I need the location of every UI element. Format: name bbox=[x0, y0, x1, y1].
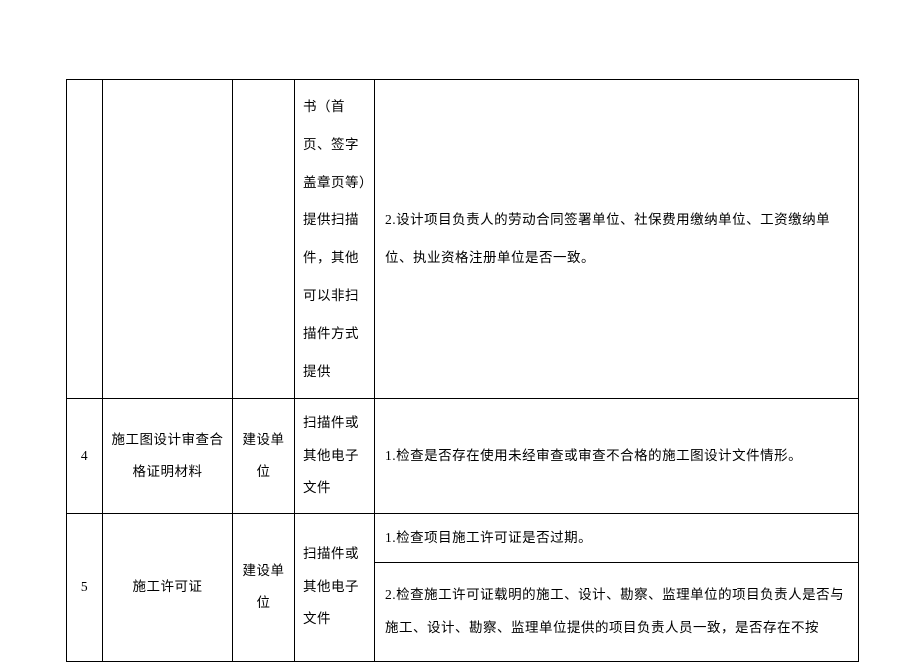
cell-material bbox=[103, 80, 233, 399]
cell-check: 2.设计项目负责人的劳动合同签署单位、社保费用缴纳单位、工资缴纳单位、执业资格注… bbox=[375, 80, 859, 399]
cell-check: 1.检查是否存在使用未经审查或审查不合格的施工图设计文件情形。 bbox=[375, 399, 859, 513]
cell-unit bbox=[233, 80, 295, 399]
cell-material: 施工许可证 bbox=[103, 513, 233, 661]
table-row: 4 施工图设计审查合格证明材料 建设单位 扫描件或其他电子文件 1.检查是否存在… bbox=[67, 399, 859, 513]
table-row: 5 施工许可证 建设单位 扫描件或其他电子文件 1.检查项目施工许可证是否过期。 bbox=[67, 513, 859, 562]
cell-unit: 建设单位 bbox=[233, 513, 295, 661]
cell-num bbox=[67, 80, 103, 399]
cell-format: 扫描件或其他电子文件 bbox=[295, 513, 375, 661]
cell-material: 施工图设计审查合格证明材料 bbox=[103, 399, 233, 513]
cell-check: 2.检查施工许可证载明的施工、设计、勘察、监理单位的项目负责人是否与施工、设计、… bbox=[375, 562, 859, 661]
table-row: 书（首页、签字盖章页等）提供扫描件，其他可以非扫描件方式提供 2.设计项目负责人… bbox=[67, 80, 859, 399]
cell-check: 1.检查项目施工许可证是否过期。 bbox=[375, 513, 859, 562]
cell-format: 书（首页、签字盖章页等）提供扫描件，其他可以非扫描件方式提供 bbox=[295, 80, 375, 399]
requirements-table: 书（首页、签字盖章页等）提供扫描件，其他可以非扫描件方式提供 2.设计项目负责人… bbox=[66, 79, 859, 662]
cell-num: 5 bbox=[67, 513, 103, 661]
cell-num: 4 bbox=[67, 399, 103, 513]
cell-format: 扫描件或其他电子文件 bbox=[295, 399, 375, 513]
cell-unit: 建设单位 bbox=[233, 399, 295, 513]
document-page: 书（首页、签字盖章页等）提供扫描件，其他可以非扫描件方式提供 2.设计项目负责人… bbox=[0, 0, 920, 651]
